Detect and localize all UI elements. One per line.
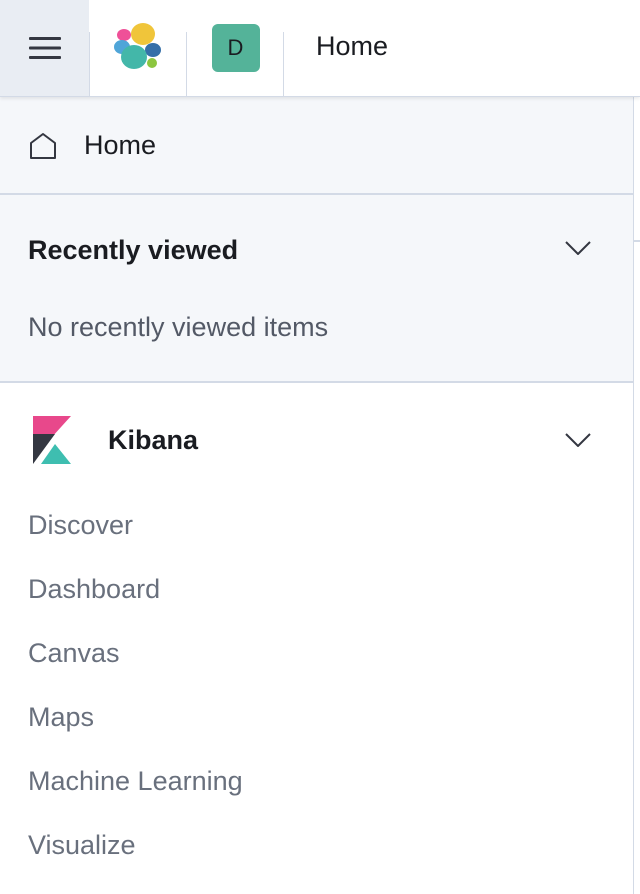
header-divider (186, 32, 187, 96)
nav-home-label: Home (84, 130, 157, 160)
elastic-logo-icon (114, 23, 161, 69)
page-divider-edge (634, 240, 640, 242)
kibana-logo-icon (33, 416, 71, 464)
navigation-drawer: Home Recently viewed No recently viewed … (0, 96, 634, 894)
nav-link-visualize[interactable]: Visualize (28, 830, 136, 861)
home-icon (30, 133, 56, 159)
recently-viewed-empty-text: No recently viewed items (28, 312, 329, 342)
space-selector-button[interactable]: D (188, 0, 283, 96)
nav-home-link[interactable]: Home (0, 96, 633, 195)
chevron-down-icon[interactable] (565, 433, 591, 447)
nav-link-maps[interactable]: Maps (28, 702, 94, 733)
nav-link-machine-learning[interactable]: Machine Learning (28, 766, 243, 797)
kibana-section-header[interactable]: Kibana (0, 383, 633, 493)
elastic-home-link[interactable] (90, 0, 186, 96)
top-header: D Home (0, 0, 640, 97)
hamburger-menu-icon (28, 37, 61, 59)
space-avatar: D (211, 24, 260, 72)
kibana-section-title: Kibana (108, 425, 199, 455)
page-background-edge (634, 96, 640, 894)
chevron-down-icon[interactable] (565, 241, 591, 255)
header-divider (283, 32, 284, 96)
nav-link-canvas[interactable]: Canvas (28, 638, 120, 669)
menu-toggle-button[interactable] (0, 0, 89, 96)
recently-viewed-section: Recently viewed No recently viewed items (0, 195, 633, 383)
recently-viewed-title[interactable]: Recently viewed (28, 235, 238, 266)
nav-link-discover[interactable]: Discover (28, 510, 133, 541)
breadcrumb-home[interactable]: Home (316, 31, 388, 62)
nav-link-dashboard[interactable]: Dashboard (28, 574, 160, 605)
